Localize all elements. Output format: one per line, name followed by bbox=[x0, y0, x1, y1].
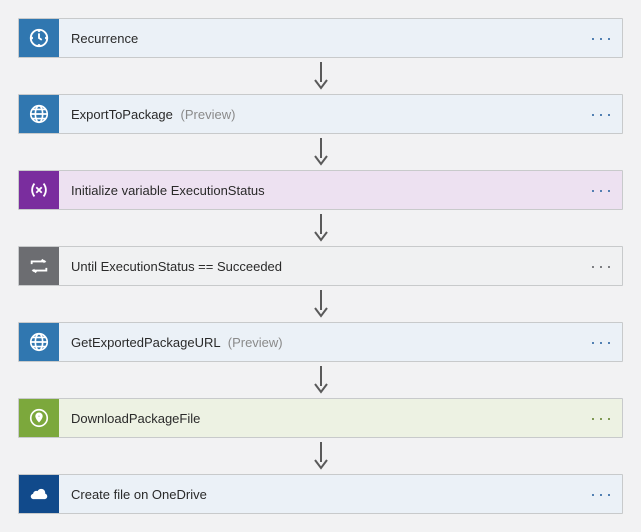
globe-icon bbox=[19, 95, 59, 133]
globe-icon bbox=[19, 323, 59, 361]
step-label: Recurrence bbox=[59, 31, 582, 46]
step-label: ExportToPackage (Preview) bbox=[59, 107, 582, 122]
onedrive-icon bbox=[19, 475, 59, 513]
loop-icon bbox=[19, 247, 59, 285]
more-menu-icon[interactable]: ··· bbox=[582, 256, 622, 277]
step-label: Until ExecutionStatus == Succeeded bbox=[59, 259, 582, 274]
flow-arrow bbox=[18, 138, 623, 166]
flow-arrow bbox=[18, 442, 623, 470]
more-menu-icon[interactable]: ··· bbox=[582, 104, 622, 125]
flow-step[interactable]: ExportToPackage (Preview)··· bbox=[18, 94, 623, 134]
step-label: Create file on OneDrive bbox=[59, 487, 582, 502]
flow-step[interactable]: DownloadPackageFile··· bbox=[18, 398, 623, 438]
flow-arrow bbox=[18, 366, 623, 394]
step-label: GetExportedPackageURL (Preview) bbox=[59, 335, 582, 350]
pin-icon bbox=[19, 399, 59, 437]
more-menu-icon[interactable]: ··· bbox=[582, 28, 622, 49]
flow-step[interactable]: Create file on OneDrive··· bbox=[18, 474, 623, 514]
more-menu-icon[interactable]: ··· bbox=[582, 332, 622, 353]
flow-arrow bbox=[18, 62, 623, 90]
step-label: Initialize variable ExecutionStatus bbox=[59, 183, 582, 198]
flow-arrow bbox=[18, 214, 623, 242]
flow-step[interactable]: Recurrence··· bbox=[18, 18, 623, 58]
flow-step[interactable]: GetExportedPackageURL (Preview)··· bbox=[18, 322, 623, 362]
variable-icon bbox=[19, 171, 59, 209]
more-menu-icon[interactable]: ··· bbox=[582, 484, 622, 505]
more-menu-icon[interactable]: ··· bbox=[582, 408, 622, 429]
flow-step[interactable]: Initialize variable ExecutionStatus··· bbox=[18, 170, 623, 210]
step-label: DownloadPackageFile bbox=[59, 411, 582, 426]
flow-arrow bbox=[18, 290, 623, 318]
flow-step[interactable]: Until ExecutionStatus == Succeeded··· bbox=[18, 246, 623, 286]
clock-icon bbox=[19, 19, 59, 57]
more-menu-icon[interactable]: ··· bbox=[582, 180, 622, 201]
